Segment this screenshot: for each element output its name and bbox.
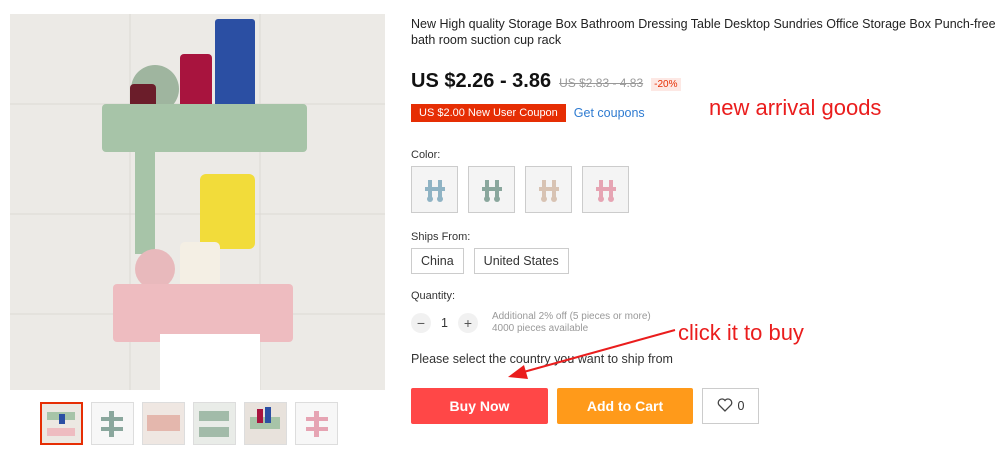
get-coupons-link[interactable]: Get coupons — [574, 106, 645, 120]
buy-now-button[interactable]: Buy Now — [411, 388, 548, 424]
thumbnail-2[interactable] — [91, 402, 134, 445]
wishlist-button[interactable]: 0 — [702, 388, 759, 424]
click-to-buy-annotation: click it to buy — [678, 320, 804, 345]
add-to-cart-button[interactable]: Add to Cart — [557, 388, 693, 424]
ships-from-label: Ships From: — [411, 231, 471, 243]
discount-badge: -20% — [651, 78, 681, 91]
ships-from-united-states[interactable]: United States — [473, 248, 569, 274]
quantity-value[interactable]: 1 — [441, 316, 448, 330]
product-title: New High quality Storage Box Bathroom Dr… — [411, 17, 996, 47]
heart-icon — [717, 397, 733, 415]
thumbnail-4[interactable] — [193, 402, 236, 445]
original-price: US $2.83 - 4.83 — [559, 76, 644, 90]
thumbnail-3[interactable] — [142, 402, 185, 445]
color-swatch-pink[interactable] — [582, 166, 629, 213]
new-arrival-annotation: new arrival goods — [709, 95, 882, 120]
color-swatch-green[interactable] — [468, 166, 515, 213]
product-main-image[interactable] — [10, 14, 385, 390]
annotation-arrow-icon — [508, 329, 676, 379]
thumbnail-strip — [40, 402, 338, 445]
quantity-label: Quantity: — [411, 290, 456, 302]
thumbnail-1[interactable] — [40, 402, 83, 445]
new-user-coupon-badge: US $2.00 New User Coupon — [411, 104, 566, 122]
quantity-plus-button[interactable]: + — [457, 313, 478, 333]
thumbnail-5[interactable] — [244, 402, 287, 445]
color-swatch-blue[interactable] — [411, 166, 458, 213]
color-swatch-beige[interactable] — [525, 166, 572, 213]
coupon-row: US $2.00 New User Coupon Get coupons — [411, 104, 645, 122]
color-swatches — [411, 166, 629, 213]
ships-from-options: China United States — [411, 248, 569, 274]
color-label: Color: — [411, 149, 441, 161]
price-range: US $2.26 - 3.86 — [411, 70, 552, 92]
ships-from-china[interactable]: China — [411, 248, 464, 274]
wishlist-count: 0 — [737, 399, 745, 413]
thumbnail-6[interactable] — [295, 402, 338, 445]
bulk-discount-text: Additional 2% off (5 pieces or more) — [491, 311, 651, 322]
quantity-minus-button[interactable]: − — [411, 313, 431, 333]
price-row: US $2.26 - 3.86 US $2.83 - 4.83 -20% — [411, 70, 681, 93]
